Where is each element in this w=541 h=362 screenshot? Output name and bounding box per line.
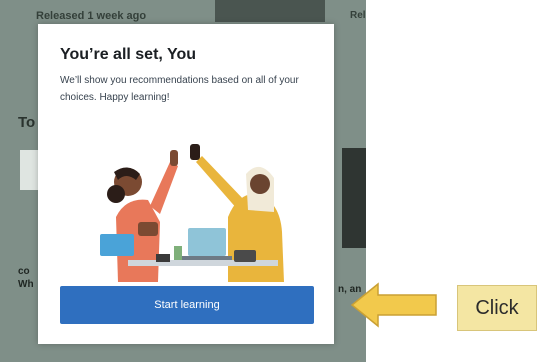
background-released-label-2: Rel: [350, 10, 366, 21]
dialog-subtitle: We’ll show you recommendations based on …: [60, 75, 299, 103]
click-callout-label: Click: [457, 285, 537, 331]
background-released-label: Released 1 week ago: [36, 10, 147, 22]
background-image-strip: [215, 0, 325, 22]
laptop-shape: [182, 228, 232, 260]
background-text-1: co: [18, 266, 30, 277]
background-text-2: Wh: [18, 279, 34, 290]
dialog-title: You’re all set, You: [60, 46, 197, 63]
background-card: [20, 150, 40, 190]
background-photo: [342, 148, 366, 248]
high-five-illustration: [100, 144, 284, 282]
arrow-left-icon: [350, 282, 437, 328]
onboarding-complete-dialog: You’re all set, You We’ll show you recom…: [38, 24, 334, 344]
background-section-heading: To: [18, 114, 36, 131]
start-learning-button[interactable]: Start learning: [60, 286, 314, 324]
